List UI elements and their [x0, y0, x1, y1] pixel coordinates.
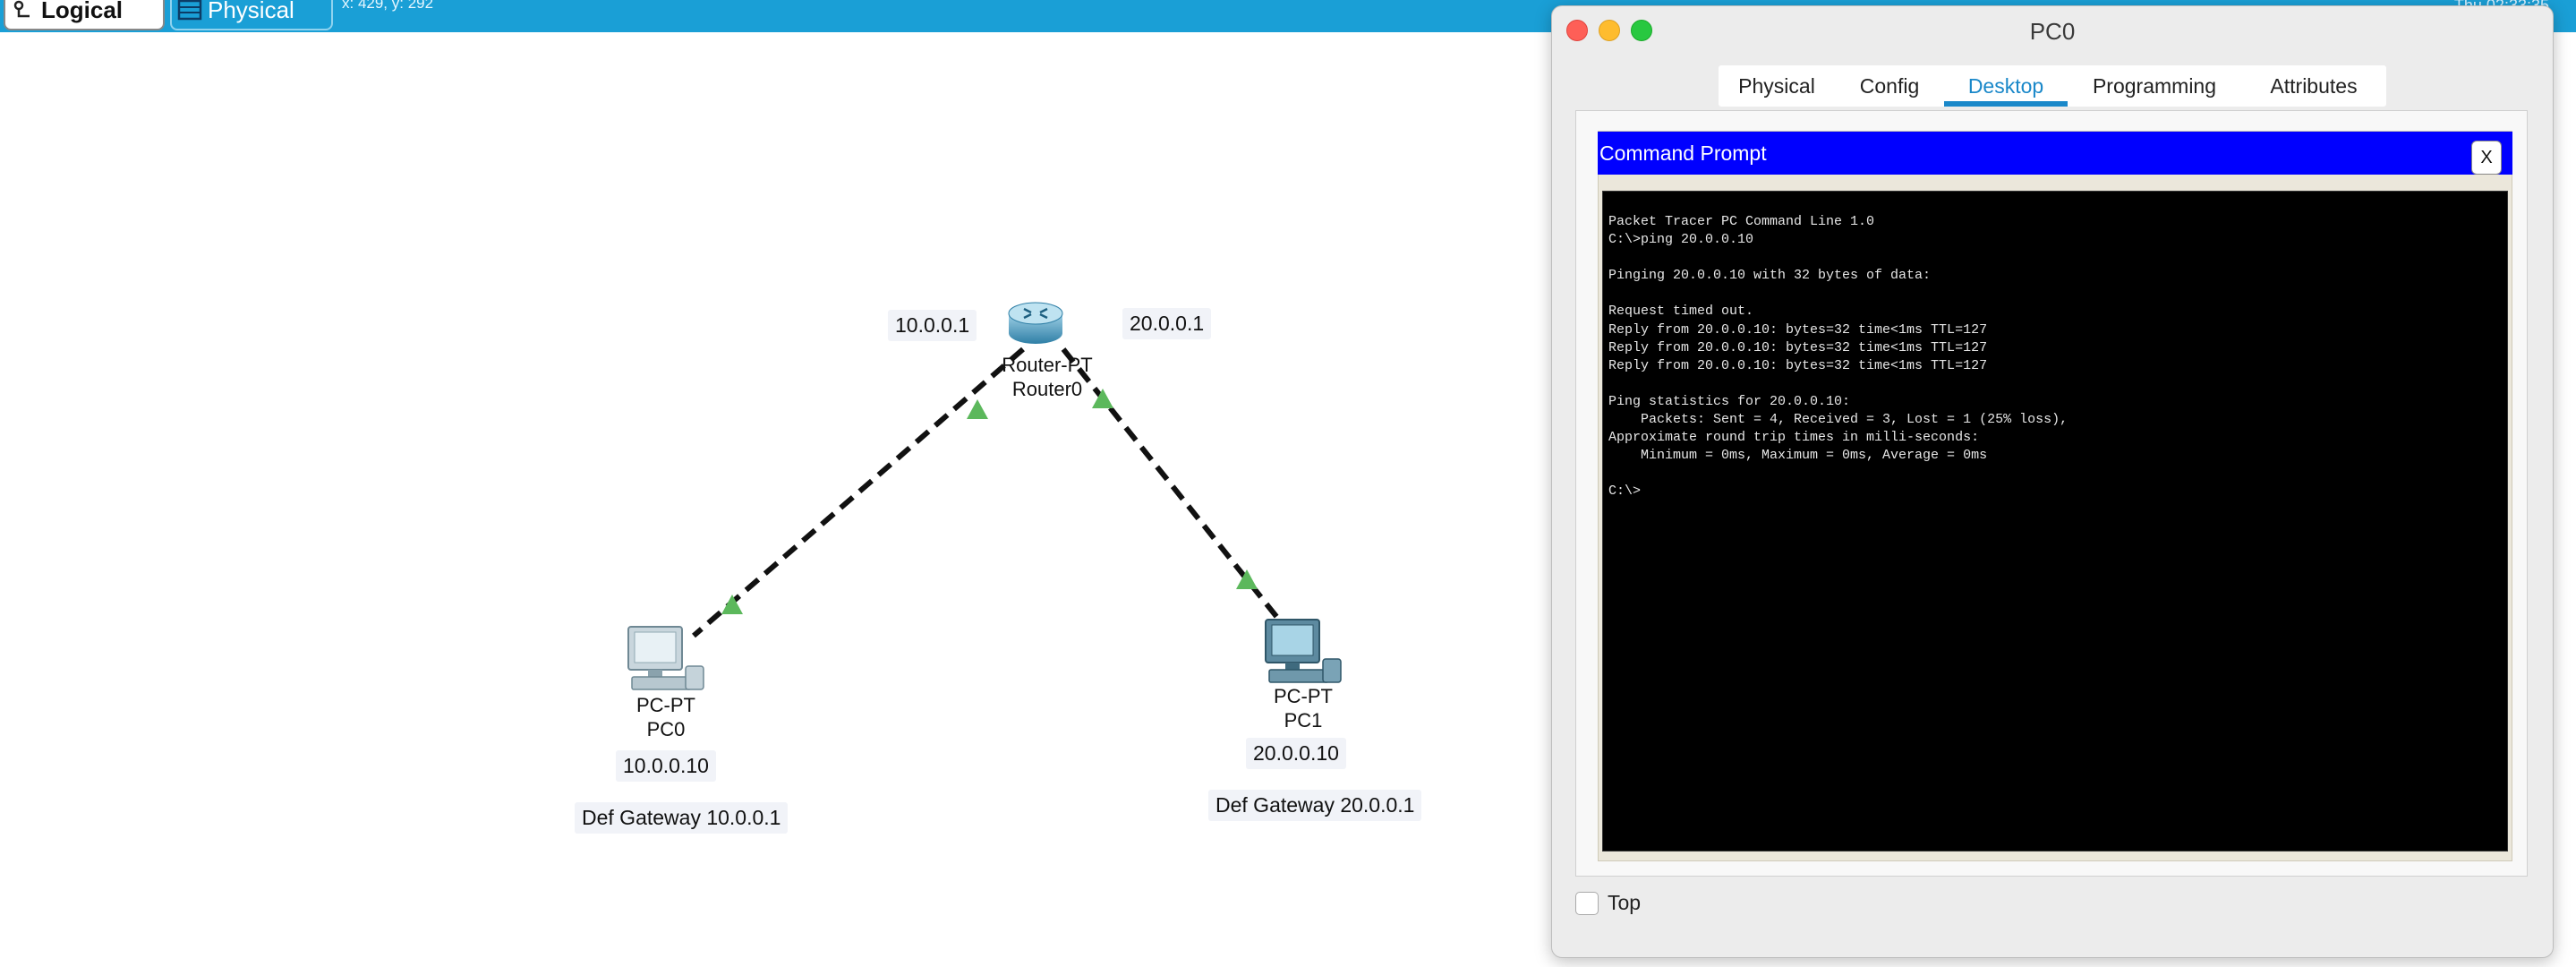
cursor-coordinates: x: 429, y: 292 — [342, 0, 434, 12]
router-icon — [1008, 302, 1063, 344]
physical-view-icon — [172, 0, 208, 21]
router-type: Router-PT — [1002, 354, 1093, 376]
tab-attributes[interactable]: Attributes — [2241, 65, 2386, 107]
router-label: Router-PT Router0 — [985, 353, 1110, 401]
pc0-label: PC-PT PC0 — [603, 693, 729, 741]
physical-view-button[interactable]: Physical — [170, 0, 333, 30]
pc1-device[interactable] — [1260, 616, 1344, 689]
terminal-text: Packet Tracer PC Command Line 1.0 C:\>pi… — [1608, 214, 2068, 500]
pc1-name: PC1 — [1284, 709, 1323, 732]
pc0-type: PC-PT — [636, 694, 695, 716]
pc1-label: PC-PT PC1 — [1241, 684, 1366, 732]
pc1-type: PC-PT — [1274, 685, 1333, 707]
device-tabs: Physical Config Desktop Programming Attr… — [1719, 65, 2386, 107]
link-router0-pc0[interactable] — [692, 347, 1025, 638]
top-checkbox-row: Top — [1575, 891, 1641, 915]
link-status-triangle — [967, 399, 988, 419]
window-close-icon[interactable] — [1566, 20, 1588, 41]
tab-config[interactable]: Config — [1835, 65, 1944, 107]
router-device[interactable] — [1006, 297, 1065, 351]
router-name: Router0 — [1011, 378, 1083, 400]
pc1-computer-icon — [1265, 619, 1342, 683]
pc1-ip-label: 20.0.0.10 — [1246, 738, 1346, 769]
command-prompt-header: Command Prompt X — [1598, 132, 2512, 175]
pc0-name: PC0 — [646, 718, 686, 740]
pc0-ip-label: 10.0.0.10 — [616, 750, 716, 782]
logical-view-button[interactable]: Logical — [4, 0, 165, 30]
command-prompt-close-button[interactable]: X — [2471, 141, 2502, 175]
pc0-computer-icon — [627, 626, 704, 690]
logical-view-label: Logical — [41, 0, 124, 23]
router-right-ip-label: 20.0.0.1 — [1122, 308, 1212, 339]
top-checkbox[interactable] — [1575, 891, 1599, 915]
tab-physical[interactable]: Physical — [1719, 65, 1835, 107]
physical-view-label: Physical — [208, 0, 294, 23]
command-prompt-app: Command Prompt X Packet Tracer PC Comman… — [1598, 131, 2512, 861]
logical-view-icon — [5, 0, 41, 21]
pc0-device-window: PC0 Physical Config Desktop Programming … — [1551, 5, 2554, 958]
logical-workspace[interactable]: Router-PT Router0 10.0.0.1 20.0.0.1 PC-P… — [0, 32, 1557, 967]
window-title: PC0 — [2029, 17, 2076, 45]
desktop-panel: Command Prompt X Packet Tracer PC Comman… — [1575, 110, 2528, 877]
top-checkbox-label: Top — [1608, 891, 1642, 914]
window-maximize-icon[interactable] — [1631, 20, 1652, 41]
tab-desktop[interactable]: Desktop — [1944, 65, 2068, 107]
pc0-gateway-label: Def Gateway 10.0.0.1 — [575, 802, 789, 834]
tab-programming[interactable]: Programming — [2068, 65, 2241, 107]
router-left-ip-label: 10.0.0.1 — [888, 310, 977, 341]
window-minimize-icon[interactable] — [1599, 20, 1620, 41]
terminal-output-area[interactable]: Packet Tracer PC Command Line 1.0 C:\>pi… — [1602, 191, 2508, 851]
window-titlebar[interactable]: PC0 — [1552, 6, 2553, 56]
pc0-device[interactable] — [623, 623, 707, 697]
command-prompt-title: Command Prompt — [1599, 141, 1767, 165]
pc1-gateway-label: Def Gateway 20.0.0.1 — [1208, 790, 1422, 821]
